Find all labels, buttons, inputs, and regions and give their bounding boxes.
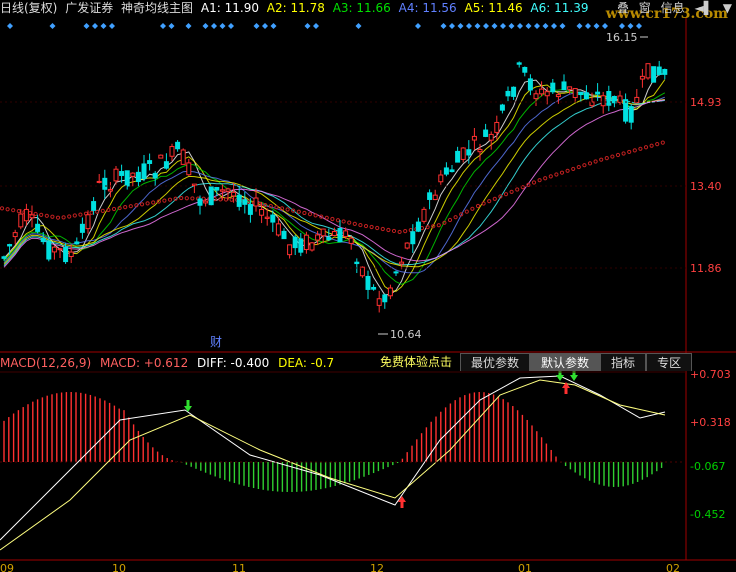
macd-tick: +0.703 — [690, 368, 731, 381]
ma-a5: A5: 11.46 — [464, 1, 523, 15]
tab-indicator[interactable]: 指标 — [600, 353, 647, 371]
time-tick: 11 — [232, 562, 246, 572]
collapse-icon[interactable]: ◄▌ — [694, 1, 712, 15]
macd-tick: -0.067 — [690, 460, 725, 473]
ma-a6: A6: 11.39 — [530, 1, 589, 15]
ma-a1: A1: 11.90 — [200, 1, 259, 15]
low-price-label: 10.64 — [390, 328, 422, 341]
chart-header: 日线(复权) 广发证券 神奇均线主图 A1: 11.90 A2: 11.78 A… — [0, 0, 593, 17]
time-tick: 09 — [0, 562, 14, 572]
macd-header: MACD(12,26,9) MACD: +0.612 DIFF: -0.400 … — [0, 355, 339, 371]
info-button[interactable]: 信息 — [661, 1, 685, 15]
ma-a2: A2: 11.78 — [266, 1, 325, 15]
price-tick: 13.40 — [690, 180, 722, 193]
macd-name[interactable]: MACD(12,26,9) — [0, 356, 91, 370]
price-tick: 14.93 — [690, 96, 722, 109]
time-tick: 02 — [666, 562, 680, 572]
macd-tick: -0.452 — [690, 508, 725, 521]
stack-button[interactable]: 叠 — [617, 1, 629, 15]
dea-value: DEA: -0.7 — [278, 356, 335, 370]
finance-marker: 财 — [210, 335, 222, 349]
stock-name: 广发证券 — [65, 1, 114, 15]
top-toolbar: 叠 窗 信息 ◄▌ ▼ — [611, 0, 736, 17]
macd-value: MACD: +0.612 — [99, 356, 189, 370]
parameter-tabs: 免费体验点击 最优参数 默认参数 指标 专区 — [372, 353, 693, 371]
free-trial-link[interactable]: 免费体验点击 — [372, 353, 460, 371]
menu-dropdown-icon[interactable]: ▼ — [723, 1, 732, 15]
tab-zone[interactable]: 专区 — [646, 353, 693, 371]
diff-value: DIFF: -0.400 — [197, 356, 270, 370]
macd-tick: +0.318 — [690, 416, 731, 429]
tab-best-params[interactable]: 最优参数 — [460, 353, 531, 371]
window-button[interactable]: 窗 — [639, 1, 651, 15]
stock-chart[interactable]: 14.93 13.40 11.86 +0.703 +0.318 -0.067 -… — [0, 0, 736, 572]
time-tick: 01 — [518, 562, 532, 572]
time-tick: 12 — [370, 562, 384, 572]
ma-a3: A3: 11.66 — [332, 1, 391, 15]
period-label[interactable]: 日线(复权) — [0, 1, 57, 15]
price-tick: 11.86 — [690, 262, 722, 275]
high-price-label: 16.15 — [606, 31, 638, 44]
indicator-name[interactable]: 神奇均线主图 — [121, 1, 193, 15]
tab-default-params[interactable]: 默认参数 — [530, 353, 601, 371]
time-tick: 10 — [112, 562, 126, 572]
ma-a4: A4: 11.56 — [398, 1, 457, 15]
